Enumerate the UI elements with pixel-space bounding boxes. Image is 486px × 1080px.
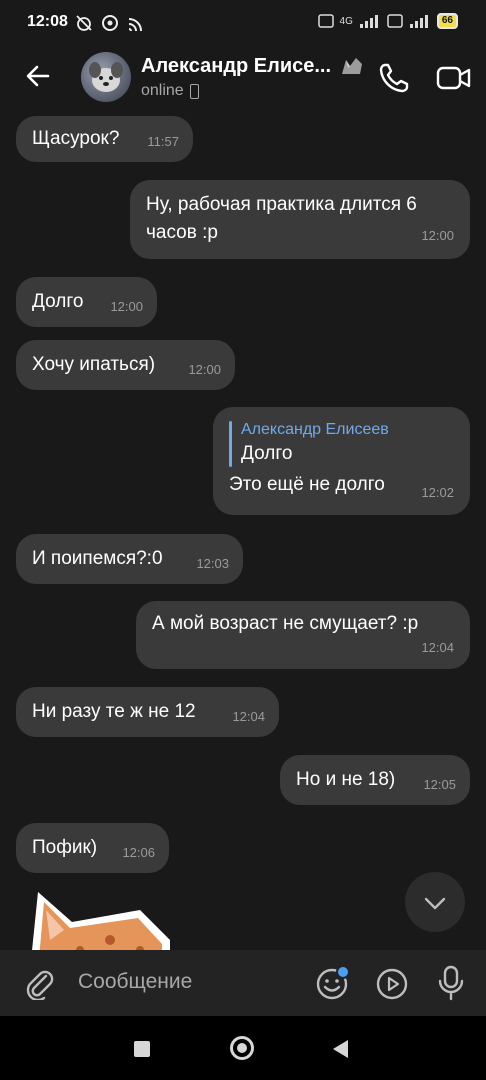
message-time: 12:00: [188, 362, 221, 377]
signal-icon: [359, 15, 378, 28]
message-input[interactable]: Сообщение: [78, 970, 192, 994]
reply-author: Александр Елисеев: [241, 421, 389, 438]
video-message-icon[interactable]: [374, 966, 410, 1002]
message-time: 11:57: [147, 134, 179, 149]
video-call-icon[interactable]: [435, 62, 473, 94]
new-stickers-dot: [336, 965, 350, 979]
status-right-icons: 4G 66: [317, 13, 458, 29]
status-time: 12:08: [27, 13, 68, 30]
recent-apps-button[interactable]: [134, 1041, 150, 1057]
online-status: online: [141, 82, 199, 100]
system-nav-bar: [0, 1016, 486, 1080]
message-time: 12:05: [423, 777, 456, 792]
phone-call-icon[interactable]: [376, 60, 412, 96]
alarm-off-icon: [76, 15, 92, 31]
message-time: 12:04: [232, 709, 265, 724]
mobile-device-icon: [189, 83, 199, 99]
message-text: Долго: [32, 291, 84, 312]
message-bubble[interactable]: Но и не 18) 12:05: [280, 755, 470, 805]
wolf-emoji-icon: [342, 58, 362, 74]
message-bubble[interactable]: Хочу ипаться) 12:00: [16, 340, 235, 390]
message-bubble[interactable]: Долго 12:00: [16, 277, 157, 327]
message-bubble[interactable]: Ну, рабочая практика длится 6 часов :р 1…: [130, 180, 470, 259]
cat-sticker[interactable]: [20, 880, 170, 950]
online-status-text: online: [141, 82, 184, 99]
reply-quote-bar: [229, 421, 232, 467]
message-text: Ни разу те ж не 12: [32, 701, 196, 722]
message-text: А мой возраст не смущает? :р: [152, 613, 419, 634]
message-bubble[interactable]: Щасурок? 11:57: [16, 116, 193, 162]
avatar[interactable]: [81, 52, 131, 102]
message-time: 12:00: [110, 299, 143, 314]
message-text: Ну, рабочая практика длится 6 часов :р: [146, 194, 417, 243]
message-time: 12:04: [421, 640, 454, 655]
message-text: Это ещё не долго: [229, 474, 385, 495]
chat-bubble-icon: [102, 15, 118, 31]
home-button[interactable]: [230, 1036, 254, 1060]
message-time: 12:02: [421, 485, 454, 500]
network-type: 4G: [339, 15, 353, 27]
cast-icon: [128, 18, 142, 31]
message-text: Но и не 18): [296, 769, 396, 790]
message-composer: Сообщение: [0, 950, 486, 1016]
reply-text: Долго: [241, 443, 293, 464]
battery-indicator: 66: [436, 13, 458, 29]
avatar-dog-icon: [89, 62, 123, 92]
contact-name[interactable]: Александр Елисе...: [141, 55, 331, 78]
message-bubble[interactable]: И поипемся?:0 12:03: [16, 534, 243, 584]
message-time: 12:06: [122, 845, 155, 860]
message-bubble[interactable]: А мой возраст не смущает? :р 12:04: [136, 601, 470, 669]
status-bar: 12:08 4G 66: [0, 0, 486, 44]
microphone-icon[interactable]: [435, 964, 467, 1002]
cat-sticker-icon: [32, 892, 170, 950]
message-list[interactable]: Щасурок? 11:57 Ну, рабочая практика длит…: [0, 110, 486, 950]
message-time: 12:03: [196, 556, 229, 571]
message-time: 12:00: [421, 228, 454, 243]
volte-icon-2: [387, 14, 403, 28]
message-text: Пофик): [32, 837, 98, 858]
message-text: И поипемся?:0: [32, 548, 163, 569]
paperclip-icon[interactable]: [22, 966, 56, 1000]
nav-back-button[interactable]: [333, 1040, 348, 1058]
chevron-down-icon: [424, 897, 446, 910]
message-bubble[interactable]: Пофик) 12:06: [16, 823, 169, 873]
scroll-down-button[interactable]: [405, 872, 465, 932]
chat-header: Александр Елисе... online: [0, 44, 486, 110]
back-arrow-icon[interactable]: [22, 60, 54, 92]
message-text: Щасурок?: [32, 128, 120, 149]
message-bubble[interactable]: Ни разу те ж не 12 12:04: [16, 687, 279, 737]
message-bubble[interactable]: Александр Елисеев Долго Это ещё не долго…: [213, 407, 470, 515]
message-text: Хочу ипаться): [32, 354, 156, 375]
signal-icon-2: [409, 15, 428, 28]
status-notification-icons: [75, 14, 143, 32]
volte-icon: [317, 14, 334, 28]
